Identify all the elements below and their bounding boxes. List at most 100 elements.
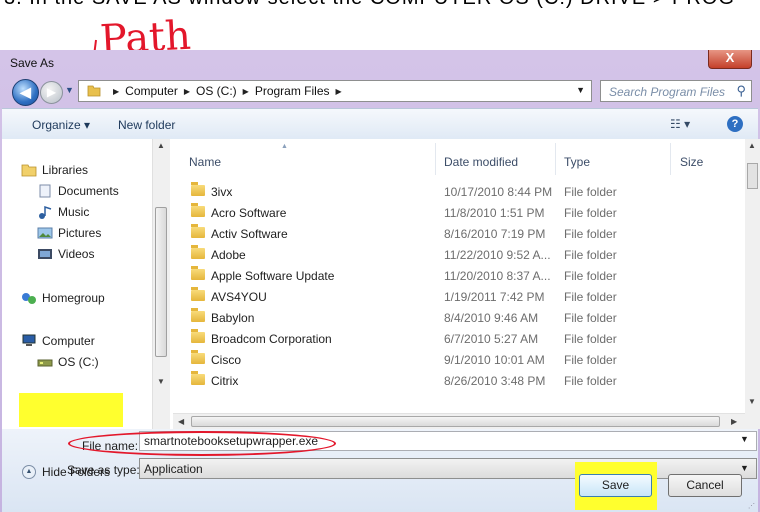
column-divider[interactable] xyxy=(435,143,436,175)
nav-label-documents: Documents xyxy=(58,184,119,198)
file-row[interactable]: 3ivx 10/17/2010 8:44 PM File folder xyxy=(173,181,733,202)
file-row[interactable]: Acro Software 11/8/2010 1:51 PM File folde… xyxy=(173,202,733,223)
music-icon xyxy=(37,205,53,219)
nav-item-pictures[interactable]: Pictures xyxy=(37,226,101,240)
file-row[interactable]: Broadcom Corporation 6/7/2010 5:27 AM File… xyxy=(173,328,733,349)
column-header-type[interactable]: Type xyxy=(564,155,590,169)
breadcrumb-arrow-icon[interactable]: ▶ xyxy=(184,87,190,96)
file-date: 6/7/2010 5:27 AM xyxy=(444,332,539,346)
close-button[interactable]: X xyxy=(708,50,752,69)
file-row[interactable]: Activ Software 8/16/2010 7:19 PM File fold… xyxy=(173,223,733,244)
address-bar[interactable]: ▶ Computer ▶ OS (C:) ▶ Program Files ▶ ▼ xyxy=(78,80,592,102)
new-folder-button[interactable]: New folder xyxy=(118,118,175,132)
breadcrumb-computer[interactable]: Computer xyxy=(125,84,178,98)
file-row[interactable]: Cisco 9/1/2010 10:01 AM File folder xyxy=(173,349,733,370)
file-name: Activ Software xyxy=(211,227,288,241)
file-name: Acro Software xyxy=(211,206,287,220)
nav-item-documents[interactable]: Documents xyxy=(37,184,119,198)
file-name: Cisco xyxy=(211,353,242,367)
nav-item-computer[interactable]: Computer xyxy=(21,334,95,348)
nav-item-videos[interactable]: Videos xyxy=(37,247,94,261)
file-type: File folder xyxy=(564,353,617,367)
folder-icon xyxy=(191,182,205,196)
breadcrumb-arrow-icon[interactable]: ▶ xyxy=(243,87,249,96)
documents-icon xyxy=(37,184,53,198)
folder-icon xyxy=(191,287,205,301)
breadcrumb-arrow-icon[interactable]: ▶ xyxy=(336,87,342,96)
breadcrumb-program-files[interactable]: Program Files xyxy=(255,84,330,98)
file-type: File folder xyxy=(564,206,617,220)
drive-icon xyxy=(37,355,53,369)
file-date: 8/26/2010 3:48 PM xyxy=(444,374,546,388)
browser-panes: Libraries Documents Music Pictures Video… xyxy=(2,139,760,430)
save-as-dialog: Save As X ◀ ▶ ▼ ▶ Computer ▶ OS (C:) ▶ P… xyxy=(0,50,760,512)
hide-folders-button[interactable]: ▲ Hide Folders xyxy=(22,465,110,479)
save-button[interactable]: Save xyxy=(579,474,652,497)
nav-item-homegroup[interactable]: Homegroup xyxy=(21,291,105,305)
column-divider[interactable] xyxy=(555,143,556,175)
search-placeholder: Search Program Files xyxy=(609,85,726,99)
horizontal-scroll-thumb[interactable] xyxy=(191,416,720,427)
sort-arrow-icon: ▲ xyxy=(281,143,288,150)
column-header-date[interactable]: Date modified xyxy=(444,155,518,169)
folder-icon xyxy=(191,350,205,364)
breadcrumb-os-drive[interactable]: OS (C:) xyxy=(196,84,237,98)
organize-button[interactable]: Organize ▾ xyxy=(32,118,90,132)
nav-item-os-drive[interactable]: OS (C:) xyxy=(37,355,99,369)
scroll-down-icon[interactable]: ▼ xyxy=(157,377,165,386)
folder-icon xyxy=(191,224,205,238)
file-date: 9/1/2010 10:01 AM xyxy=(444,353,545,367)
column-header-size[interactable]: Size xyxy=(680,155,703,169)
command-toolbar: Organize ▾ New folder ☷ ▾ ? xyxy=(2,108,758,141)
file-date: 10/17/2010 8:44 PM xyxy=(444,185,553,199)
file-name-dropdown-icon[interactable]: ▼ xyxy=(740,434,749,444)
nav-label-pictures: Pictures xyxy=(58,226,102,240)
breadcrumb-arrow-icon[interactable]: ▶ xyxy=(113,87,119,96)
column-header-name[interactable]: Name xyxy=(189,155,221,169)
back-button[interactable]: ◀ xyxy=(12,79,39,106)
nav-scroll-thumb[interactable] xyxy=(155,207,167,357)
views-icon[interactable]: ☷ ▾ xyxy=(670,117,690,131)
title-bar: Save As X xyxy=(0,50,760,74)
nav-pane-scrollbar[interactable]: ▲ ▼ xyxy=(152,139,170,429)
nav-label-computer: Computer xyxy=(42,334,95,348)
folder-icon xyxy=(191,203,205,217)
file-row[interactable]: Babylon 8/4/2010 9:46 AM File folder xyxy=(173,307,733,328)
videos-icon xyxy=(37,247,53,261)
file-list-scrollbar[interactable]: ▲ ▼ xyxy=(745,139,760,429)
save-type-select[interactable]: Application xyxy=(139,458,757,479)
file-date: 11/20/2010 8:37 A... xyxy=(444,269,551,283)
file-row[interactable]: Citrix 8/26/2010 3:48 PM File folder xyxy=(173,370,733,391)
resize-grip-icon[interactable]: ⋰ xyxy=(748,502,755,510)
scroll-down-icon[interactable]: ▼ xyxy=(748,397,756,406)
nav-item-music[interactable]: Music xyxy=(37,205,89,219)
collapse-icon: ▲ xyxy=(22,465,36,479)
search-icon[interactable]: ⚲ xyxy=(736,83,746,99)
nav-item-libraries[interactable]: Libraries xyxy=(21,163,88,177)
computer-icon xyxy=(21,334,37,348)
file-type: File folder xyxy=(564,227,617,241)
scroll-up-icon[interactable]: ▲ xyxy=(748,141,756,150)
file-list-scroll-thumb[interactable] xyxy=(747,163,758,189)
scroll-up-icon[interactable]: ▲ xyxy=(157,141,165,150)
scroll-left-icon[interactable]: ◀ xyxy=(178,417,184,426)
scroll-right-icon[interactable]: ▶ xyxy=(731,417,737,426)
file-row[interactable]: Apple Software Update 11/20/2010 8:37 A..… xyxy=(173,265,733,286)
nav-label-music: Music xyxy=(58,205,90,219)
folder-icon xyxy=(191,266,205,280)
file-row[interactable]: AVS4YOU 1/19/2011 7:42 PM File folder xyxy=(173,286,733,307)
recent-pages-dropdown-icon[interactable]: ▼ xyxy=(65,85,74,95)
forward-button[interactable]: ▶ xyxy=(40,81,63,104)
search-box[interactable]: Search Program Files ⚲ xyxy=(600,80,752,102)
file-type: File folder xyxy=(564,269,617,283)
address-dropdown-icon[interactable]: ▼ xyxy=(576,85,585,95)
help-icon[interactable]: ? xyxy=(727,116,743,132)
column-divider[interactable] xyxy=(670,143,671,175)
horizontal-scrollbar[interactable]: ◀ ▶ xyxy=(173,413,745,430)
file-row[interactable]: Adobe 11/22/2010 9:52 A... File folder xyxy=(173,244,733,265)
file-name-annotation-circle xyxy=(68,431,336,456)
instruction-area: 3. In the SAVE AS window select the COMP… xyxy=(0,0,760,50)
cancel-button[interactable]: Cancel xyxy=(668,474,742,497)
file-type: File folder xyxy=(564,290,617,304)
save-type-dropdown-icon[interactable]: ▼ xyxy=(740,463,749,473)
